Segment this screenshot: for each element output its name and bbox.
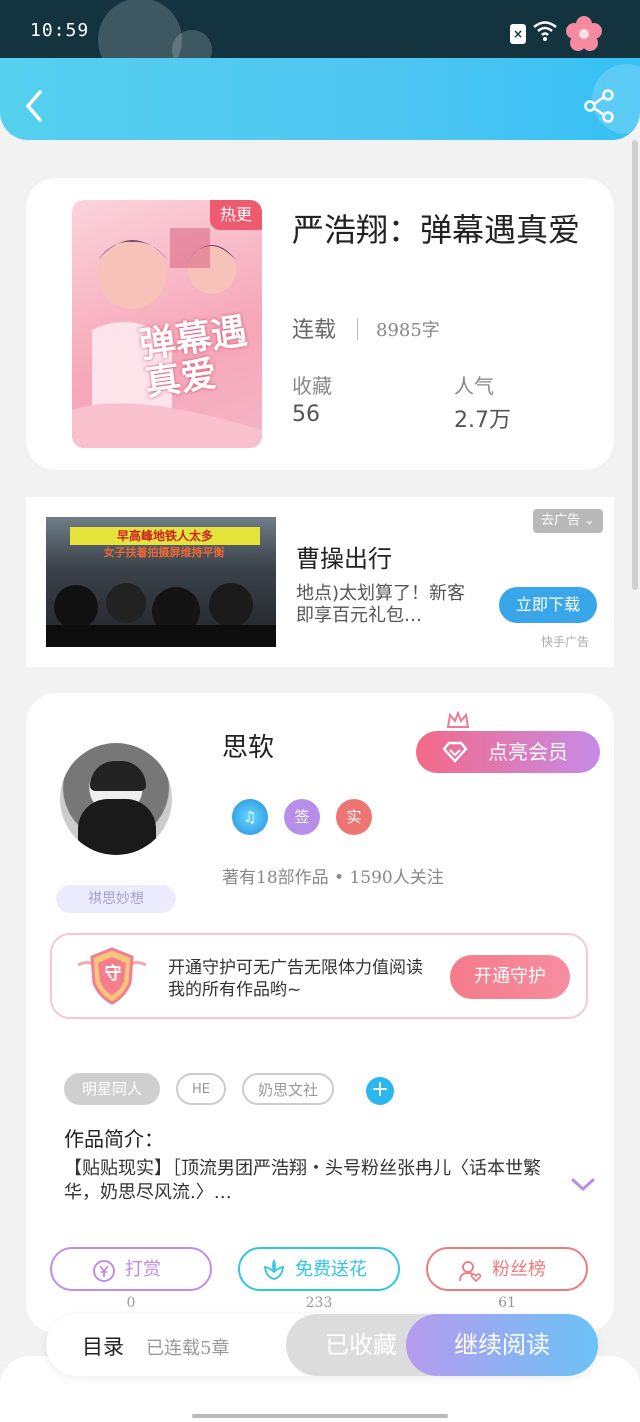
- flower-count: 233: [305, 1295, 333, 1311]
- ad-banner[interactable]: 早高峰地铁人太多 女子扶着拍摄屏维持平衡 去广告 ⌄ 曹操出行 地点)太划算了！…: [26, 497, 614, 667]
- avatar-hat: [90, 761, 146, 791]
- word-count: 8985字: [376, 320, 440, 341]
- collect-value: 56: [292, 402, 320, 427]
- send-flower-label: 免费送花: [295, 1259, 367, 1280]
- avatar-badge: 祺思妙想: [56, 885, 176, 913]
- crown-icon: [446, 711, 470, 728]
- open-guard-button[interactable]: 开通守护: [450, 955, 570, 999]
- add-tag-icon[interactable]: +: [366, 1077, 394, 1105]
- yen-icon: [93, 1260, 115, 1282]
- continue-reading-button[interactable]: 继续阅读: [406, 1314, 598, 1376]
- scrollbar[interactable]: [632, 140, 638, 590]
- collect-label: 收藏: [292, 374, 332, 398]
- ad-download-button[interactable]: 立即下载: [499, 587, 597, 623]
- reward-count: 0: [126, 1295, 136, 1311]
- chapter-count: 已连载5章: [146, 1338, 230, 1359]
- popularity-value: 2.7万: [454, 408, 511, 433]
- bottom-action-bar: 目录 已连载5章 已收藏 继续阅读: [46, 1314, 598, 1376]
- vip-button-label: 点亮会员: [488, 740, 568, 764]
- book-status: 连载: [292, 318, 337, 343]
- back-arrow-icon[interactable]: [18, 86, 52, 126]
- book-cover[interactable]: 热更 弹幕遇真爱: [72, 200, 262, 448]
- ad-source: 快手广告: [541, 635, 590, 649]
- fans-rank-label: 粉丝榜: [492, 1259, 546, 1280]
- flower-avatar-icon: [566, 16, 602, 51]
- reward-label: 打赏: [125, 1259, 161, 1280]
- header-bar: [0, 58, 640, 140]
- reward-button[interactable]: 打赏: [50, 1247, 212, 1291]
- music-badge-icon: ♫: [232, 799, 268, 835]
- author-name: 思软: [222, 733, 275, 763]
- remove-ad-button[interactable]: 去广告 ⌄: [533, 509, 603, 533]
- sim-icon: ×: [510, 24, 526, 44]
- verified-badge: 实: [336, 799, 372, 835]
- fans-icon: [459, 1261, 482, 1283]
- intro-label: 作品简介：: [64, 1127, 164, 1151]
- remove-ad-label: 去广告: [540, 513, 580, 528]
- diamond-icon: [442, 741, 468, 763]
- avatar-body: [78, 799, 156, 855]
- ad-image-subcaption: 女子扶着拍摄屏维持平衡: [103, 546, 225, 559]
- share-icon[interactable]: [582, 88, 616, 124]
- status-time: 10:59: [30, 20, 90, 41]
- fans-rank-button[interactable]: 粉丝榜: [426, 1247, 588, 1291]
- cover-title: 弹幕遇真爱: [136, 311, 250, 405]
- author-card: 祺思妙想 思软 点亮会员 ♫ 签 实 著有18部作品 • 1590人关注 守 开…: [26, 693, 614, 1333]
- ad-people-illustration: [46, 583, 276, 647]
- hot-update-tag: 热更: [210, 200, 262, 230]
- toc-button[interactable]: 目录: [82, 1331, 124, 1361]
- flower-icon: [263, 1259, 285, 1280]
- status-bar: 10:59 ×: [0, 0, 640, 82]
- ad-image[interactable]: 早高峰地铁人太多 女子扶着拍摄屏维持平衡: [46, 517, 276, 647]
- signed-badge: 签: [284, 799, 320, 835]
- tag-chip[interactable]: 明星同人: [64, 1073, 160, 1105]
- author-meta: 著有18部作品 • 1590人关注: [222, 868, 444, 888]
- ad-image-caption: 早高峰地铁人太多: [70, 527, 260, 545]
- tag-chip[interactable]: HE: [176, 1073, 226, 1105]
- gesture-bar[interactable]: [192, 1414, 448, 1418]
- book-info-card: 热更 弹幕遇真爱 严浩翔：弹幕遇真爱 连载 8985字 收藏 56 人气 2.7…: [26, 178, 614, 470]
- divider: [357, 318, 358, 340]
- vip-button[interactable]: 点亮会员: [416, 731, 600, 773]
- popularity-label: 人气: [454, 374, 494, 398]
- chevron-down-icon[interactable]: [570, 1177, 596, 1193]
- ad-description: 地点)太划算了！新客即享百元礼包…: [296, 583, 466, 626]
- book-title: 严浩翔：弹幕遇真爱: [292, 211, 581, 249]
- ad-title: 曹操出行: [296, 545, 392, 573]
- author-avatar[interactable]: [60, 743, 172, 855]
- tag-chip[interactable]: 奶思文社: [242, 1073, 334, 1105]
- guard-promo: 守 开通守护可无广告无限体力值阅读我的所有作品哟~ 开通守护: [50, 933, 588, 1019]
- intro-text: 【贴贴现实】［顶流男团严浩翔・头号粉丝张冉儿〈话本世繁华，奶思尽风流.〉…: [64, 1158, 541, 1203]
- send-flower-button[interactable]: 免费送花: [238, 1247, 400, 1291]
- wifi-icon: [533, 21, 557, 41]
- fans-count: 61: [498, 1295, 516, 1311]
- guard-description: 开通守护可无广告无限体力值阅读我的所有作品哟~: [168, 958, 423, 1000]
- guard-icon-label: 守: [104, 964, 122, 984]
